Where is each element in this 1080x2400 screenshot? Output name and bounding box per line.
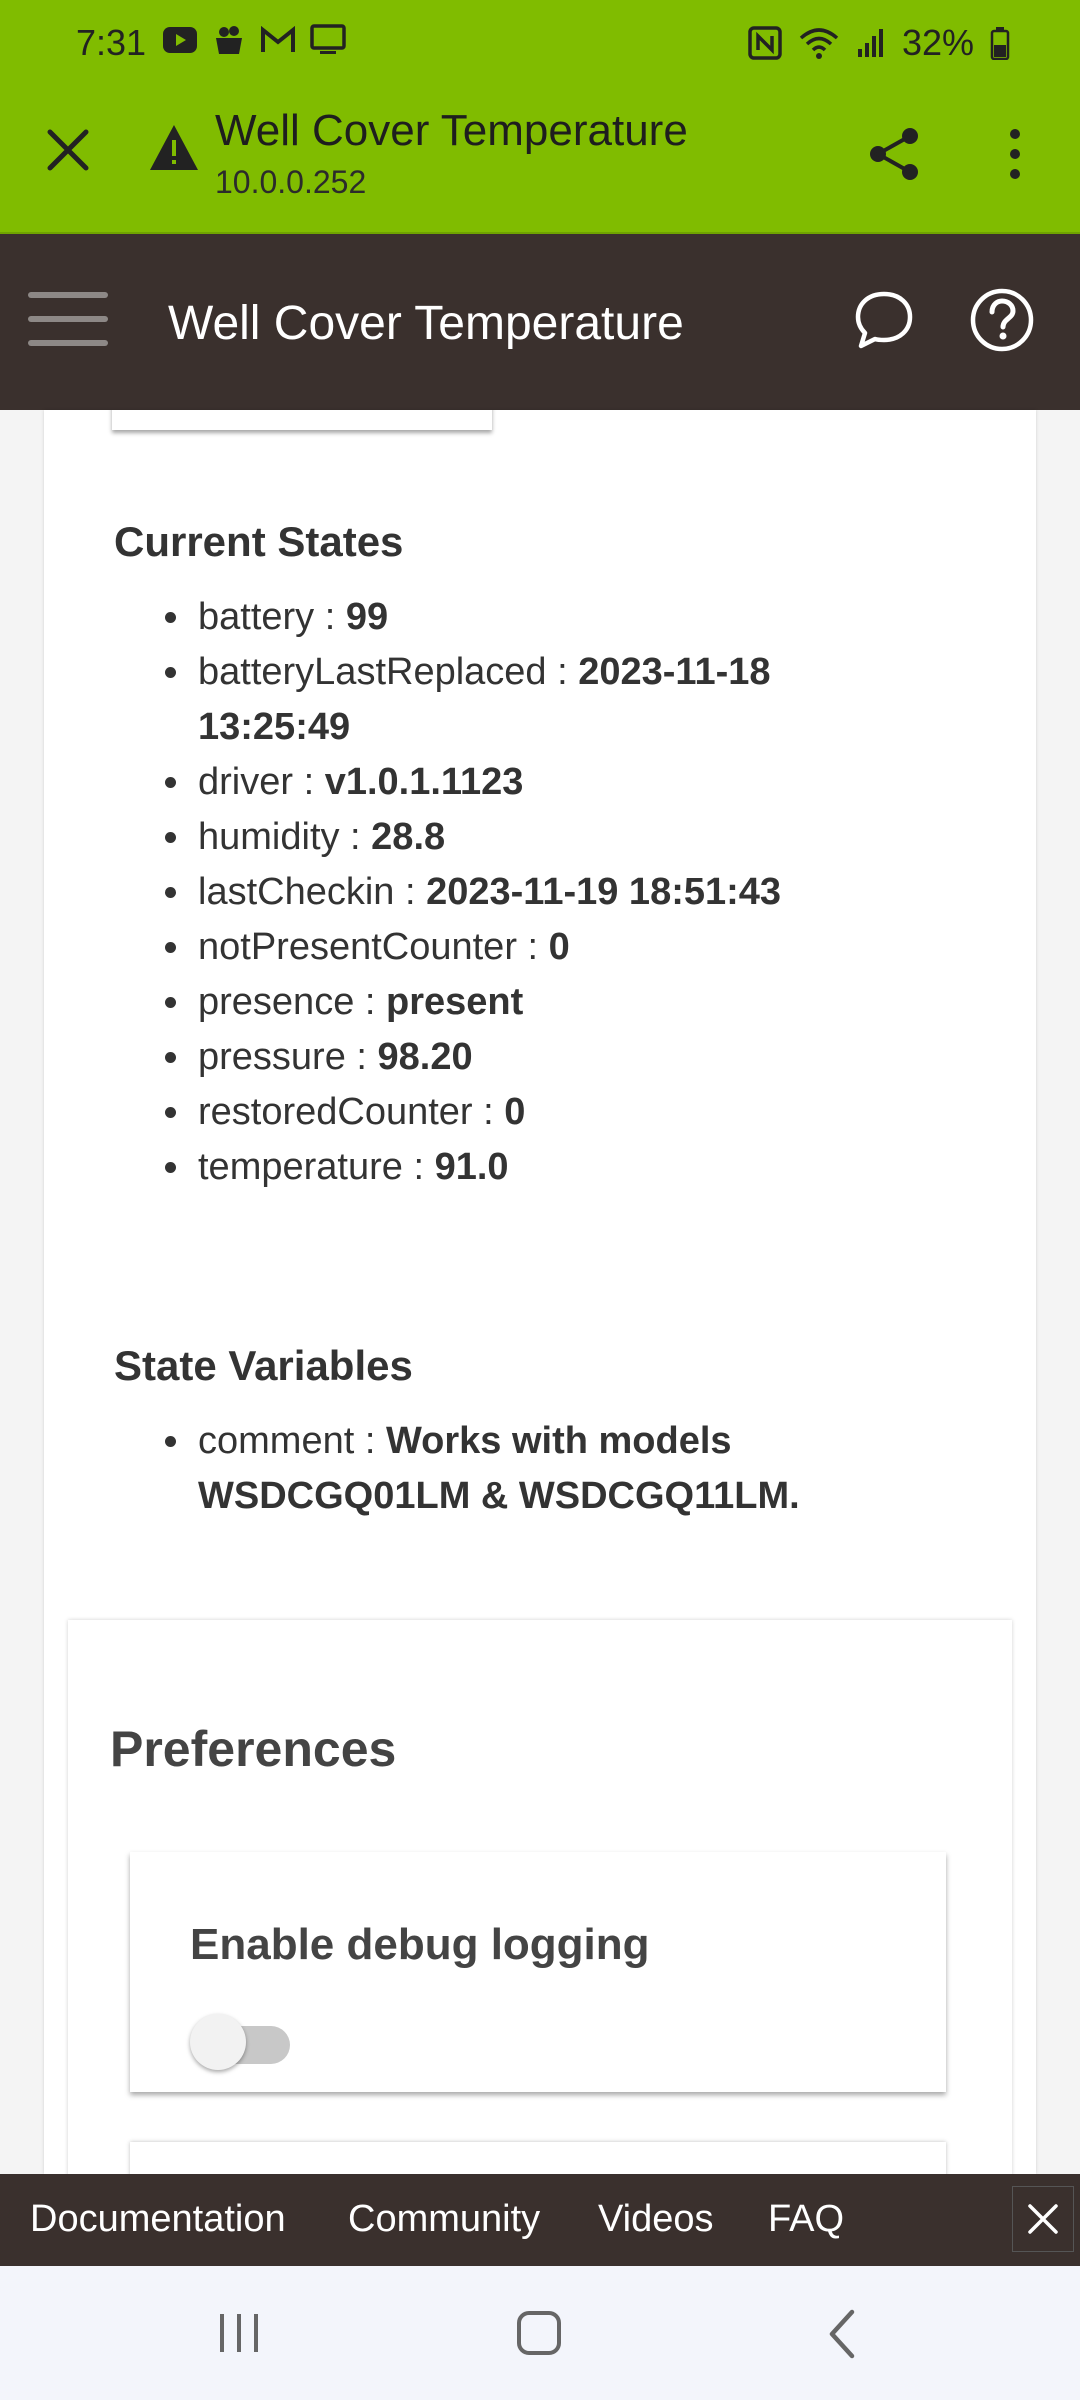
current-states-heading: Current States <box>114 518 404 565</box>
status-time: 7:31 <box>76 22 147 63</box>
list-item: batteryLastReplaced : 2023-11-18 13:25:4… <box>194 645 794 755</box>
monitor-icon <box>310 24 346 56</box>
app-title: Well Cover Temperature <box>168 297 684 350</box>
preferences-card: Preferences Enable debug logging <box>68 1620 1012 2174</box>
notification-icons <box>162 24 346 56</box>
list-item: restoredCounter : 0 <box>194 1085 794 1140</box>
status-bar: 7:31 32% <box>0 0 1080 88</box>
list-item: battery : 99 <box>194 590 794 645</box>
chat-icon[interactable] <box>850 286 918 354</box>
list-item: pressure : 98.20 <box>194 1030 794 1085</box>
close-icon[interactable] <box>40 122 96 178</box>
list-item: notPresentCounter : 0 <box>194 920 794 975</box>
list-item: comment : Works with models WSDCGQ01LM &… <box>194 1414 834 1524</box>
home-icon[interactable] <box>516 2308 562 2358</box>
community-link[interactable]: Community <box>348 2198 540 2241</box>
debug-logging-label: Enable debug logging <box>190 1920 650 1969</box>
back-icon[interactable] <box>822 2308 862 2360</box>
preference-item <box>130 2142 946 2174</box>
state-variables-heading: State Variables <box>114 1342 413 1389</box>
system-icons: 32% <box>748 22 1010 64</box>
share-icon[interactable] <box>864 124 924 184</box>
wifi-icon <box>798 26 840 60</box>
warning-icon[interactable] <box>148 122 200 174</box>
cloud-pot-icon <box>212 24 246 56</box>
youtube-icon <box>162 26 198 54</box>
help-icon[interactable] <box>968 286 1036 354</box>
list-item: temperature : 91.0 <box>194 1140 794 1195</box>
gmail-icon <box>260 26 296 54</box>
list-item: presence : present <box>194 975 794 1030</box>
menu-icon[interactable] <box>28 292 108 352</box>
app-header: Well Cover Temperature <box>0 234 1080 410</box>
nfc-icon <box>748 26 782 60</box>
browser-bar: 7:31 32% Well Cover Temperature 10.0.0.2… <box>0 0 1080 234</box>
close-footer-icon[interactable] <box>1012 2186 1074 2252</box>
documentation-link[interactable]: Documentation <box>30 2198 286 2241</box>
device-details: Current States battery : 99 batteryLastR… <box>44 410 1036 2174</box>
page-url: 10.0.0.252 <box>215 164 367 200</box>
signal-icon <box>856 27 886 59</box>
list-item: humidity : 28.8 <box>194 810 794 865</box>
faq-link[interactable]: FAQ <box>768 2198 844 2241</box>
custom-tab-toolbar: Well Cover Temperature 10.0.0.252 <box>0 98 1080 208</box>
debug-logging-preference: Enable debug logging <box>130 1852 946 2092</box>
videos-link[interactable]: Videos <box>598 2198 714 2241</box>
list-item: lastCheckin : 2023-11-19 18:51:43 <box>194 865 794 920</box>
toggle-knob <box>190 2014 246 2070</box>
page-title: Well Cover Temperature <box>215 106 688 155</box>
list-item: driver : v1.0.1.1123 <box>194 755 794 810</box>
recents-icon[interactable] <box>216 2310 262 2356</box>
system-navigation-bar <box>0 2266 1080 2400</box>
preferences-heading: Preferences <box>110 1721 397 1777</box>
current-states-list: battery : 99 batteryLastReplaced : 2023-… <box>154 590 794 1195</box>
more-options-icon[interactable] <box>1000 124 1030 184</box>
footer-links-bar: Documentation Community Videos FAQ <box>0 2174 1080 2266</box>
command-tile[interactable] <box>112 410 492 430</box>
battery-percent: 32% <box>901 22 974 63</box>
state-variables-list: comment : Works with models WSDCGQ01LM &… <box>154 1414 834 1524</box>
battery-icon <box>990 26 1010 60</box>
debug-logging-toggle[interactable] <box>190 2014 294 2070</box>
